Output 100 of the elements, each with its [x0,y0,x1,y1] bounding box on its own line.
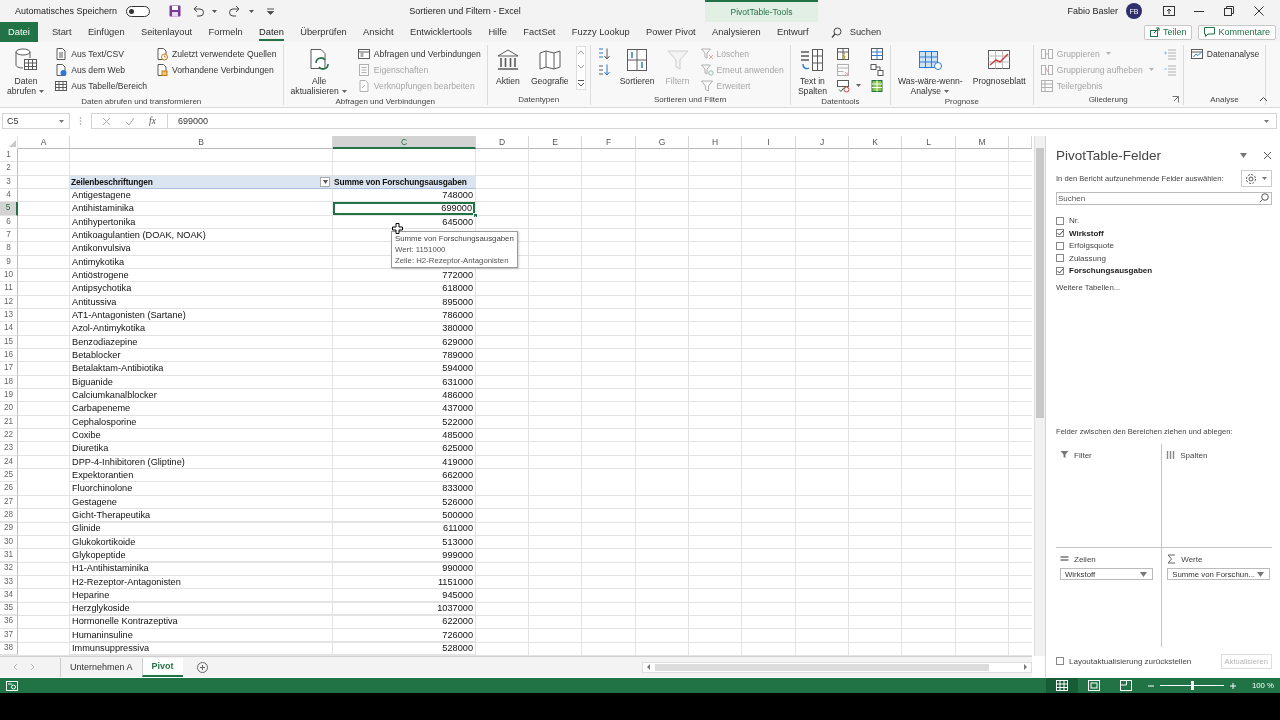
row-header[interactable]: 6 [0,215,18,229]
row-header[interactable]: 12 [0,295,18,309]
column-header[interactable]: K [849,136,902,149]
horizontal-scrollbar[interactable] [642,661,1032,673]
ribbon-button[interactable]: Sortieren [616,46,658,87]
row-header[interactable]: 19 [0,388,18,403]
row-header[interactable]: 28 [0,508,18,523]
row-header[interactable]: 34 [0,588,18,603]
normal-view-button[interactable] [1045,678,1078,693]
ribbon-tab[interactable]: Ansicht [354,22,402,42]
column-header[interactable]: D [476,136,529,149]
search-button[interactable]: Suchen [830,26,882,38]
row-header[interactable]: 9 [0,255,18,269]
column-header[interactable]: F [582,136,636,149]
checkbox[interactable] [1056,229,1064,238]
sheet-tab[interactable]: Unternehmen A [60,657,142,677]
sheet-tab[interactable]: Pivot [141,657,183,677]
autosave-toggle[interactable] [126,5,151,17]
name-box[interactable]: C5 [2,113,70,129]
ribbon-button[interactable]: Aus dem Web [52,62,149,77]
ribbon-tab[interactable]: Power Pivot [637,22,704,42]
ribbon-button[interactable]: Was-wäre-wenn- Analyse [895,46,966,97]
column-header[interactable]: L [902,136,956,149]
row-header[interactable]: 32 [0,562,18,576]
ribbon-button[interactable]: Alle aktualisieren [287,46,351,97]
row-header[interactable]: 35 [0,602,18,616]
active-cell[interactable]: 699000 [333,202,476,216]
checkbox[interactable] [1056,216,1064,225]
ribbon-tab[interactable]: Einfügen [79,22,133,42]
row-header[interactable]: 33 [0,575,18,589]
column-header[interactable]: B [70,136,333,149]
ribbon-button[interactable]: Vorhandene Verbindungen [152,62,279,77]
ribbon-button[interactable]: Abfragen und Verbindungen [354,46,483,61]
insert-function-button[interactable]: fx [149,116,156,126]
ribbon-button[interactable]: Geografie [527,46,572,87]
gallery-scrollbar[interactable] [575,46,586,90]
row-header[interactable]: 36 [0,615,18,629]
row-header[interactable]: 20 [0,402,18,416]
checkbox[interactable] [1056,266,1064,275]
comments-button[interactable]: Kommentare [1198,24,1276,40]
row-header[interactable]: 16 [0,348,18,363]
ribbon-button[interactable]: Prognoseblatt [969,46,1029,87]
ribbon-button[interactable]: Datenanalyse [1187,46,1262,61]
ribbon-button[interactable]: Aus Text/CSV [52,46,149,61]
row-header[interactable]: 31 [0,548,18,563]
ribbon-button[interactable]: Aktien [491,46,524,87]
row-header[interactable]: 3 [0,175,18,189]
row-header[interactable]: 8 [0,242,18,256]
column-header[interactable]: H [689,136,742,149]
row-header[interactable]: 5 [0,202,18,216]
row-header[interactable]: 24 [0,455,18,469]
row-header[interactable]: 29 [0,522,18,536]
new-sheet-button[interactable] [196,661,208,673]
checkbox[interactable] [1056,657,1064,665]
ribbon-tab[interactable]: Hilfe [480,22,516,42]
row-header[interactable]: 27 [0,495,18,509]
checkbox[interactable] [1056,241,1064,250]
row-header[interactable]: 14 [0,322,18,336]
ribbon-button[interactable]: Text in Spalten [794,46,831,97]
column-header[interactable]: C [333,136,476,149]
tools-button[interactable] [1241,170,1272,187]
ribbon-tab[interactable]: Seitenlayout [132,22,201,42]
ribbon-tab[interactable]: FactSet [515,22,564,42]
formula-field[interactable]: 699000 [167,113,1277,129]
ribbon-tab[interactable]: Überprüfen [292,22,355,42]
row-header[interactable]: 15 [0,335,18,349]
column-header[interactable]: G [636,136,689,149]
ribbon-tab[interactable]: Entwurf [768,22,817,42]
file-tab[interactable]: Datei [0,22,38,42]
row-header[interactable]: 21 [0,415,18,429]
row-header[interactable]: 37 [0,628,18,643]
column-header[interactable]: E [529,136,582,149]
row-header[interactable]: 18 [0,375,18,389]
row-header[interactable]: 30 [0,535,18,549]
filter-dropdown-button[interactable] [320,176,330,187]
row-header[interactable]: 26 [0,482,18,496]
column-header[interactable]: I [742,136,796,149]
ribbon-tab[interactable]: Formeln [200,22,251,42]
row-header[interactable]: 13 [0,308,18,323]
checkbox[interactable] [1056,254,1064,263]
ribbon-button[interactable]: Daten abrufen [4,46,49,97]
row-header[interactable]: 11 [0,282,18,296]
ribbon-tab[interactable]: Daten [250,22,293,42]
column-header[interactable]: M [956,136,1009,149]
row-header[interactable]: 17 [0,362,18,376]
ribbon-button[interactable]: Aus Tabelle/Bereich [52,78,149,93]
fill-handle[interactable] [473,212,478,218]
relationship-button[interactable] [868,62,887,77]
row-header[interactable]: 2 [0,162,18,176]
row-header[interactable]: 23 [0,442,18,456]
row-header[interactable]: 25 [0,468,18,483]
ribbon-tab[interactable]: Analysieren [703,22,769,42]
column-header[interactable]: A [18,136,70,149]
ribbon-tab[interactable]: Entwicklertools [401,22,481,42]
vertical-scrollbar[interactable] [1034,136,1045,656]
row-header[interactable]: 7 [0,228,18,243]
ribbon-button[interactable]: Zuletzt verwendete Quellen [152,46,279,61]
share-button[interactable]: Teilen [1143,24,1193,40]
row-header[interactable]: 10 [0,268,18,283]
row-header[interactable]: 22 [0,428,18,443]
